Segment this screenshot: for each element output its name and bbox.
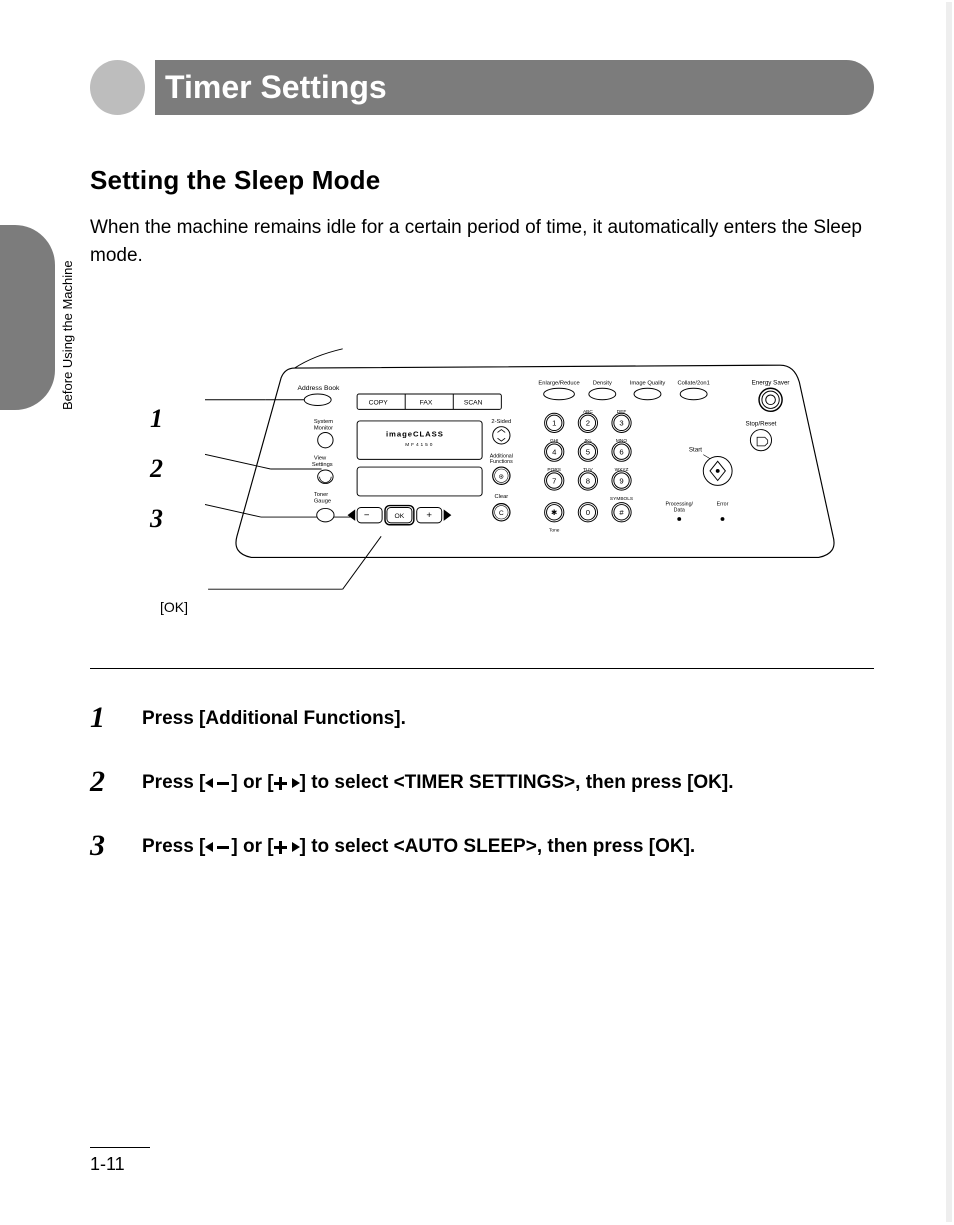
svg-text:1: 1 bbox=[552, 419, 556, 428]
svg-text:9: 9 bbox=[619, 477, 623, 486]
label-start: Start bbox=[689, 447, 702, 454]
diagram-callout-1: 1 bbox=[150, 404, 163, 434]
page-number: 1-11 bbox=[90, 1154, 150, 1175]
svg-text:C: C bbox=[499, 510, 504, 517]
step-text: Press [Additional Functions]. bbox=[142, 703, 406, 732]
svg-text:Data: Data bbox=[674, 507, 685, 513]
label-copy: COPY bbox=[369, 400, 389, 407]
label-scan: SCAN bbox=[464, 400, 483, 407]
label-stop-reset: Stop/Reset bbox=[746, 421, 777, 428]
label-image-quality: Image Quality bbox=[630, 380, 666, 386]
step-number: 1 bbox=[90, 703, 114, 733]
diagram-callout-2: 2 bbox=[150, 454, 163, 484]
label-toner-gauge: Toner bbox=[314, 492, 328, 498]
svg-text:5: 5 bbox=[586, 448, 590, 457]
svg-text:3: 3 bbox=[619, 419, 623, 428]
svg-text:7: 7 bbox=[552, 477, 556, 486]
label-fax: FAX bbox=[420, 400, 433, 407]
title-pill: Timer Settings bbox=[155, 60, 874, 115]
label-imageclass: imageCLASS bbox=[386, 429, 444, 438]
step-number: 3 bbox=[90, 831, 114, 861]
svg-text:OK: OK bbox=[395, 513, 405, 520]
step-text: Press [] or [] to select <TIMER SETTINGS… bbox=[142, 767, 734, 796]
svg-text:Monitor: Monitor bbox=[314, 426, 333, 432]
left-minus-icon bbox=[205, 841, 231, 854]
svg-text:Gauge: Gauge bbox=[314, 499, 331, 505]
label-enlarge-reduce: Enlarge/Reduce bbox=[538, 380, 579, 386]
svg-text:Error: Error bbox=[717, 502, 729, 508]
step-number: 2 bbox=[90, 767, 114, 797]
svg-text:2-Sided: 2-Sided bbox=[491, 419, 511, 425]
label-energy-saver: Energy Saver bbox=[752, 379, 790, 386]
step-1: 1 Press [Additional Functions]. bbox=[90, 703, 874, 733]
svg-text:0: 0 bbox=[586, 508, 590, 517]
nav-cluster: − OK + bbox=[348, 506, 452, 525]
label-density: Density bbox=[593, 380, 612, 386]
step-2: 2 Press [] or [] to select <TIMER SETTIN… bbox=[90, 767, 874, 797]
svg-text:⊛: ⊛ bbox=[499, 474, 505, 481]
label-view-settings: View bbox=[314, 455, 327, 461]
svg-text:Tone: Tone bbox=[549, 528, 560, 534]
panel-svg: Address Book COPY FAX SCAN System Monito… bbox=[205, 344, 865, 594]
title-bar: Timer Settings bbox=[90, 60, 874, 115]
step-3: 3 Press [] or [] to select <AUTO SLEEP>,… bbox=[90, 831, 874, 861]
label-address-book: Address Book bbox=[298, 385, 340, 392]
control-panel-diagram: 1 2 3 [OK] A bbox=[90, 299, 874, 669]
label-clear: Clear bbox=[494, 494, 508, 500]
label-collate: Collate/2on1 bbox=[678, 380, 710, 386]
svg-text:2: 2 bbox=[586, 419, 590, 428]
label-system-monitor: System bbox=[314, 419, 333, 425]
title-bullet bbox=[90, 60, 145, 115]
plus-right-icon bbox=[274, 841, 300, 854]
svg-text:#: # bbox=[619, 508, 624, 517]
svg-text:+: + bbox=[426, 510, 432, 521]
page-footer: 1-11 bbox=[90, 1147, 150, 1175]
svg-text:Settings: Settings bbox=[312, 462, 333, 468]
svg-text:4: 4 bbox=[552, 448, 557, 457]
diagram-ok-label: [OK] bbox=[160, 599, 188, 615]
intro-text: When the machine remains idle for a cert… bbox=[90, 214, 874, 269]
page-title: Timer Settings bbox=[165, 69, 387, 106]
step-text: Press [] or [] to select <AUTO SLEEP>, t… bbox=[142, 831, 695, 860]
svg-text:Functions: Functions bbox=[490, 459, 513, 465]
plus-right-icon bbox=[274, 777, 300, 790]
left-minus-icon bbox=[205, 777, 231, 790]
svg-text:8: 8 bbox=[586, 477, 590, 486]
side-tab bbox=[0, 225, 55, 410]
label-model: MF4150 bbox=[405, 442, 434, 448]
section-title: Setting the Sleep Mode bbox=[90, 165, 874, 196]
svg-text:6: 6 bbox=[619, 448, 623, 457]
svg-text:SYMBOLS: SYMBOLS bbox=[610, 496, 633, 502]
svg-text:✱: ✱ bbox=[551, 508, 558, 517]
svg-text:−: − bbox=[364, 510, 370, 521]
diagram-callout-3: 3 bbox=[150, 504, 163, 534]
side-chapter-label: Before Using the Machine bbox=[60, 260, 75, 410]
keypad: ABC DEF 1 2 3 GHI JKL MNO 4 5 6 PQRS TUV bbox=[545, 409, 634, 533]
